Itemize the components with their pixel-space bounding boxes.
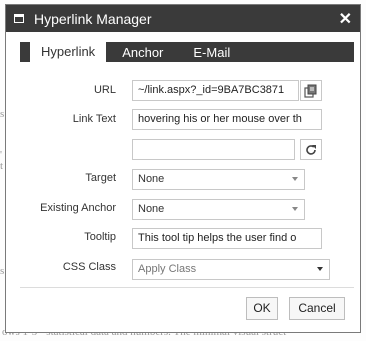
existing-anchor-value: None — [138, 203, 165, 215]
css-class-select[interactable]: Apply Class — [132, 259, 330, 280]
css-class-label: CSS Class — [62, 261, 116, 273]
tab-hyperlink[interactable]: Hyperlink — [30, 40, 107, 62]
target-select[interactable]: None — [132, 169, 305, 190]
background-text-fragment: s — [0, 108, 5, 120]
ok-button[interactable]: OK — [246, 297, 278, 320]
target-label: Target — [85, 172, 116, 184]
existing-anchor-label: Existing Anchor — [40, 202, 116, 214]
url-input[interactable]: ~/link.aspx?_id=9BA7BC3871 — [132, 80, 299, 101]
tab-anchor[interactable]: Anchor — [110, 42, 175, 62]
footer-divider — [20, 287, 354, 288]
tab-email[interactable]: E-Mail — [181, 42, 242, 62]
hyperlink-manager-dialog: Hyperlink Manager ✕ Hyperlink Anchor E-M… — [5, 4, 361, 333]
tooltip-input[interactable]: This tool tip helps the user find o — [132, 228, 322, 249]
tooltip-label: Tooltip — [84, 231, 116, 243]
background-text-fragment: s — [0, 265, 5, 277]
target-value: None — [138, 173, 165, 185]
close-icon[interactable]: ✕ — [339, 9, 352, 29]
css-class-value: Apply Class — [138, 263, 197, 275]
secondary-input[interactable] — [132, 139, 295, 160]
refresh-button[interactable] — [300, 139, 322, 160]
refresh-icon — [306, 144, 316, 155]
background-text-fragment: t — [0, 160, 4, 172]
dialog-title: Hyperlink Manager — [34, 10, 152, 27]
chevron-down-icon — [292, 177, 298, 181]
existing-anchor-select[interactable]: None — [132, 199, 305, 220]
tab-strip: Hyperlink Anchor E-Mail — [20, 40, 354, 62]
link-text-input[interactable]: hovering his or her mouse over th — [132, 109, 322, 130]
url-label: URL — [93, 84, 116, 96]
chevron-down-icon — [292, 207, 298, 211]
link-text-label: Link Text — [72, 113, 116, 125]
window-icon — [14, 14, 24, 23]
browse-link-button[interactable] — [300, 80, 322, 101]
chevron-down-icon — [317, 267, 323, 271]
title-bar[interactable]: Hyperlink Manager ✕ — [6, 5, 360, 32]
cancel-button[interactable]: Cancel — [289, 297, 345, 320]
copy-icon — [304, 84, 317, 98]
